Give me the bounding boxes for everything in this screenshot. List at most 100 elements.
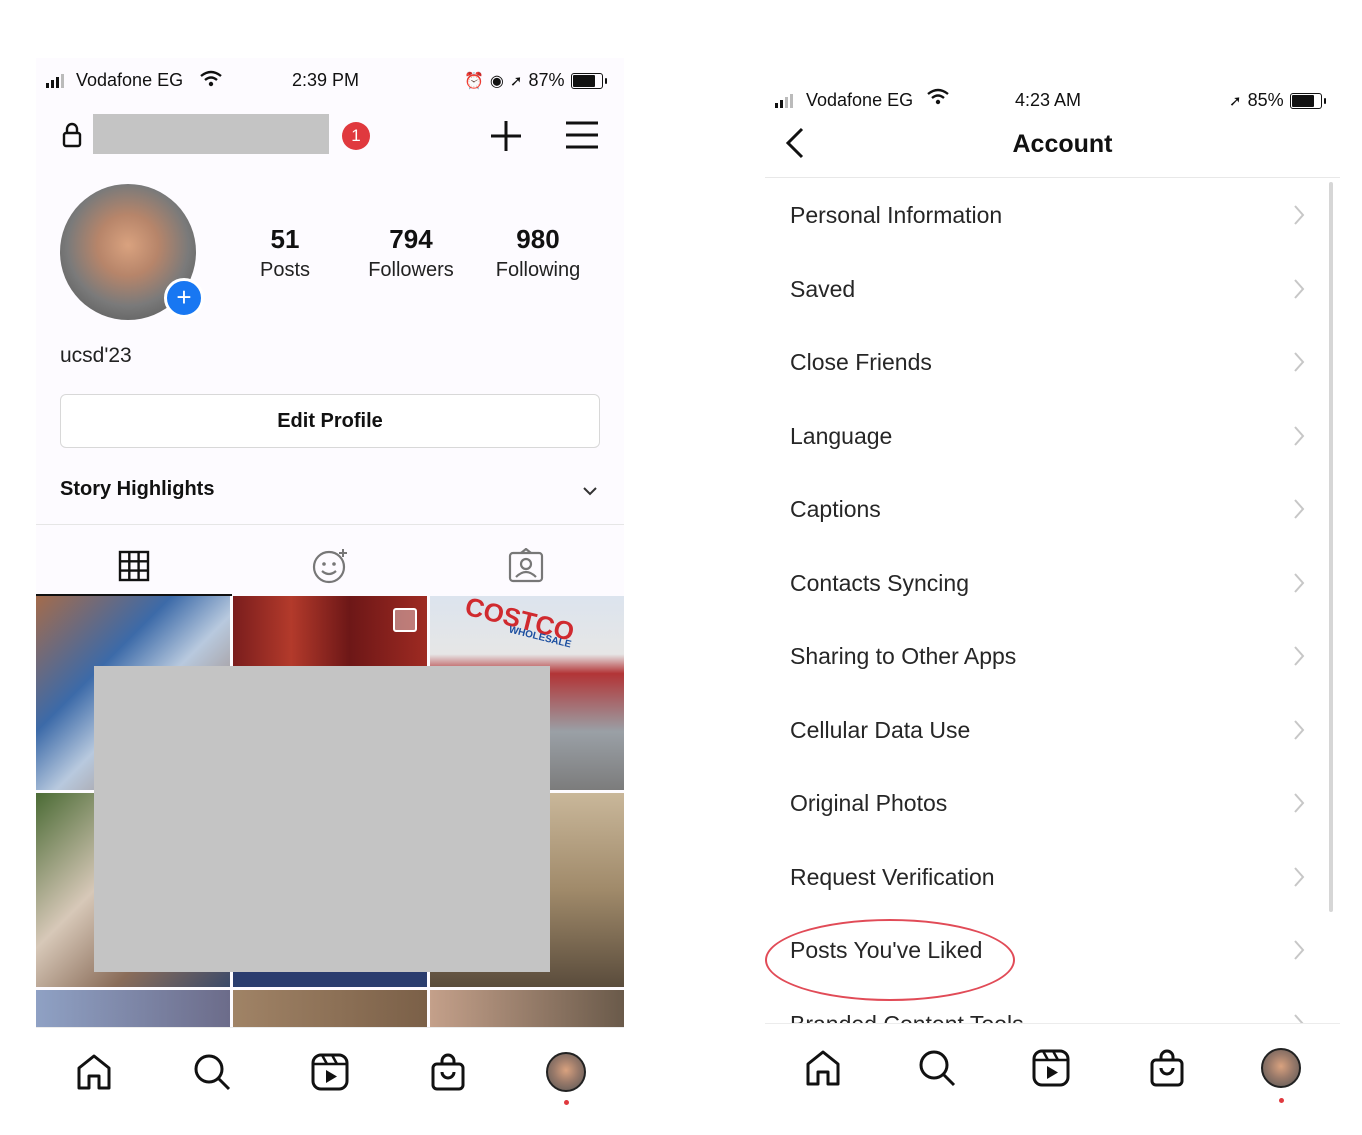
menu-item[interactable]: Branded Content Tools [765, 987, 1325, 1024]
menu-item-label: Request Verification [790, 863, 995, 890]
redacted-posts [94, 666, 550, 972]
chevron-right-icon [1294, 572, 1305, 593]
menu-item-label: Close Friends [790, 349, 932, 375]
location-icon: ➚ [1229, 92, 1242, 110]
tab-tagged[interactable] [428, 538, 624, 594]
menu-item-label: Personal Information [790, 202, 1003, 228]
menu-item[interactable]: Cellular Data Use [765, 693, 1325, 767]
chevron-right-icon [1294, 646, 1305, 666]
carrier-label: Vodafone EG [76, 70, 184, 90]
menu-item[interactable]: Sharing to Other Apps [765, 619, 1325, 693]
menu-item[interactable]: Contacts Syncing [765, 546, 1325, 620]
menu-item[interactable]: Personal Information [765, 178, 1325, 252]
status-time: 2:39 PM [292, 70, 360, 90]
menu-item-label: Sharing to Other Apps [790, 643, 1017, 669]
chevron-right-icon [1294, 205, 1305, 225]
menu-item-label: Posts You've Liked [790, 937, 983, 963]
activity-dot [1279, 1098, 1284, 1103]
followers-label: Followers [368, 259, 454, 281]
account-settings-screen: Vodafone EG 4:23 AM ➚ 85% Account Person… [765, 74, 1340, 1110]
battery-percent: 85% [1247, 90, 1284, 110]
reels-icon [1032, 1049, 1070, 1087]
multi-photo-icon [393, 608, 417, 632]
wifi-icon [200, 70, 222, 87]
profile-screen: Vodafone EG 2:39 PM ⏰ ◉ ➚ 87% 1 + 51 Pos… [36, 58, 624, 1110]
menu-item-label: Branded Content Tools [790, 1011, 1024, 1024]
posts-label: Posts [259, 259, 311, 281]
nav-search[interactable] [190, 1050, 234, 1094]
status-time: 4:23 AM [1015, 90, 1082, 110]
following-count: 980 [516, 224, 560, 254]
chevron-right-icon [1294, 793, 1305, 813]
stat-followers[interactable]: 794 Followers [356, 224, 466, 282]
menu-item[interactable]: Saved [765, 252, 1325, 326]
menu-icon[interactable] [564, 120, 600, 150]
new-post-icon[interactable] [488, 118, 524, 154]
nav-shop[interactable] [1145, 1046, 1189, 1090]
nav-reels[interactable] [308, 1050, 352, 1094]
nav-home[interactable] [801, 1046, 845, 1090]
status-bar: Vodafone EG 4:23 AM ➚ 85% [765, 82, 1340, 118]
add-story-icon[interactable]: + [164, 278, 204, 318]
activity-dot [564, 1100, 569, 1105]
shop-icon [431, 1053, 465, 1091]
menu-item[interactable]: Language [765, 399, 1325, 473]
profile-bio: ucsd'23 [60, 344, 132, 367]
chevron-right-icon [1294, 940, 1305, 960]
nav-profile[interactable] [544, 1050, 588, 1094]
nav-home[interactable] [72, 1050, 116, 1094]
post-thumbnail[interactable] [36, 990, 230, 1030]
chevron-down-icon[interactable] [582, 486, 598, 496]
carrier-label: Vodafone EG [806, 90, 914, 110]
face-sparkle-icon [312, 549, 347, 584]
tab-tagged-effects[interactable] [232, 538, 428, 594]
notification-badge[interactable]: 1 [342, 122, 370, 150]
menu-item[interactable]: Original Photos [765, 766, 1325, 840]
post-thumbnail[interactable] [233, 990, 427, 1030]
post-thumbnail[interactable] [430, 990, 624, 1030]
nav-search[interactable] [915, 1046, 959, 1090]
chevron-right-icon [1294, 719, 1305, 740]
nav-profile[interactable] [1259, 1046, 1303, 1090]
story-highlights-label[interactable]: Story Highlights [60, 478, 214, 501]
edit-profile-button[interactable]: Edit Profile [60, 394, 600, 448]
scrollbar[interactable] [1329, 182, 1333, 912]
status-bar: Vodafone EG 2:39 PM ⏰ ◉ ➚ 87% [36, 62, 624, 98]
page-title: Account [1012, 130, 1113, 158]
chevron-right-icon [1294, 499, 1305, 519]
nav-shop[interactable] [426, 1050, 470, 1094]
stat-following[interactable]: 980 Following [483, 224, 593, 282]
menu-item[interactable]: Posts You've Liked [765, 913, 1325, 987]
lock-icon [62, 122, 82, 148]
bottom-nav [36, 1027, 624, 1110]
menu-item-label: Saved [790, 275, 856, 302]
stat-posts[interactable]: 51 Posts [230, 224, 340, 282]
user-tag-icon [508, 548, 544, 583]
grid-icon [118, 550, 150, 582]
account-menu: Personal Information Saved Close Friends La… [765, 178, 1340, 1023]
chevron-right-icon [1294, 278, 1305, 299]
menu-item[interactable]: Close Friends [765, 325, 1325, 399]
menu-item[interactable]: Captions [765, 472, 1325, 546]
divider [36, 524, 624, 525]
posts-count: 51 [270, 224, 300, 254]
reels-icon [311, 1053, 349, 1091]
menu-item-label: Contacts Syncing [790, 569, 969, 596]
battery-percent: 87% [528, 70, 565, 90]
bottom-nav [765, 1023, 1340, 1110]
menu-item[interactable]: Request Verification [765, 840, 1325, 914]
profile-avatar [1261, 1048, 1301, 1088]
menu-item-label: Captions [790, 496, 881, 522]
alarm-icon: ⏰ [464, 72, 484, 90]
chevron-right-icon [1294, 866, 1305, 887]
rotation-lock-icon: ◉ [489, 72, 504, 90]
username-redacted[interactable] [93, 114, 329, 154]
menu-item-label: Language [790, 422, 893, 449]
home-icon [806, 1050, 840, 1086]
battery-icon [570, 72, 607, 89]
search-icon [194, 1054, 231, 1091]
chevron-right-icon [1294, 425, 1305, 446]
battery-icon [1289, 92, 1326, 109]
tab-grid[interactable] [36, 538, 232, 594]
nav-reels[interactable] [1029, 1046, 1073, 1090]
